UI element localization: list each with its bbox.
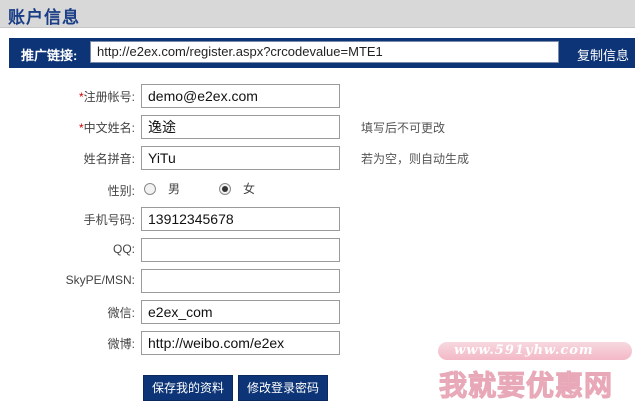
qq-row: QQ: (0, 238, 635, 262)
gender-female-radio[interactable] (219, 182, 231, 195)
chinese-name-hint: 填写后不可更改 (361, 121, 446, 135)
wechat-field[interactable] (141, 300, 340, 324)
account-label: *注册帐号: (78, 90, 135, 104)
promo-link-field[interactable]: http://e2ex.com/register.aspx?crcodevalu… (90, 41, 559, 63)
account-row: *注册帐号: (0, 84, 635, 108)
pinyin-name-hint: 若为空，则自动生成 (361, 152, 470, 166)
skype-field[interactable] (141, 269, 340, 293)
gender-row: 性别: 男 女 (0, 178, 635, 202)
wechat-row: 微信: (0, 300, 635, 324)
page-title: 账户信息 (8, 8, 80, 27)
qq-field[interactable] (141, 238, 340, 262)
skype-label: SkyPE/MSN: (65, 273, 135, 287)
wechat-label: 微信: (107, 306, 135, 320)
skype-row: SkyPE/MSN: (0, 269, 635, 293)
copy-info-link[interactable]: 复制信息 (577, 45, 629, 64)
chinese-name-field[interactable] (141, 115, 340, 139)
promo-link-bar: 推广链接: http://e2ex.com/register.aspx?crco… (9, 38, 635, 68)
weibo-label: 微博: (107, 337, 135, 351)
mobile-label: 手机号码: (83, 213, 135, 227)
page-header: 账户信息 (0, 0, 635, 28)
pinyin-name-label: 姓名拼音: (83, 152, 135, 166)
gender-female-option[interactable]: 女 (219, 180, 255, 197)
save-profile-button[interactable]: 保存我的资料 (143, 375, 233, 401)
pinyin-name-field[interactable] (141, 146, 340, 170)
account-field[interactable] (141, 84, 340, 108)
site-watermark: www.591yhw.com 我就要优惠网 (436, 342, 635, 406)
qq-label: QQ: (112, 242, 135, 256)
weibo-field[interactable] (141, 331, 340, 355)
change-password-button[interactable]: 修改登录密码 (238, 375, 328, 401)
gender-male-radio[interactable] (144, 182, 156, 195)
mobile-field[interactable] (141, 207, 340, 231)
chinese-name-row: *中文姓名: 填写后不可更改 (0, 115, 635, 139)
gender-label: 性别: (107, 184, 135, 198)
watermark-text: 我就要优惠网 (438, 370, 614, 402)
gender-male-option[interactable]: 男 (144, 180, 180, 197)
watermark-url: www.591yhw.com (454, 343, 594, 358)
gender-female-label: 女 (243, 182, 256, 196)
promo-link-label: 推广链接: (21, 48, 78, 63)
pinyin-name-row: 姓名拼音: 若为空，则自动生成 (0, 146, 635, 170)
mobile-row: 手机号码: (0, 207, 635, 231)
chinese-name-label: *中文姓名: (78, 121, 135, 135)
gender-male-label: 男 (168, 182, 181, 196)
